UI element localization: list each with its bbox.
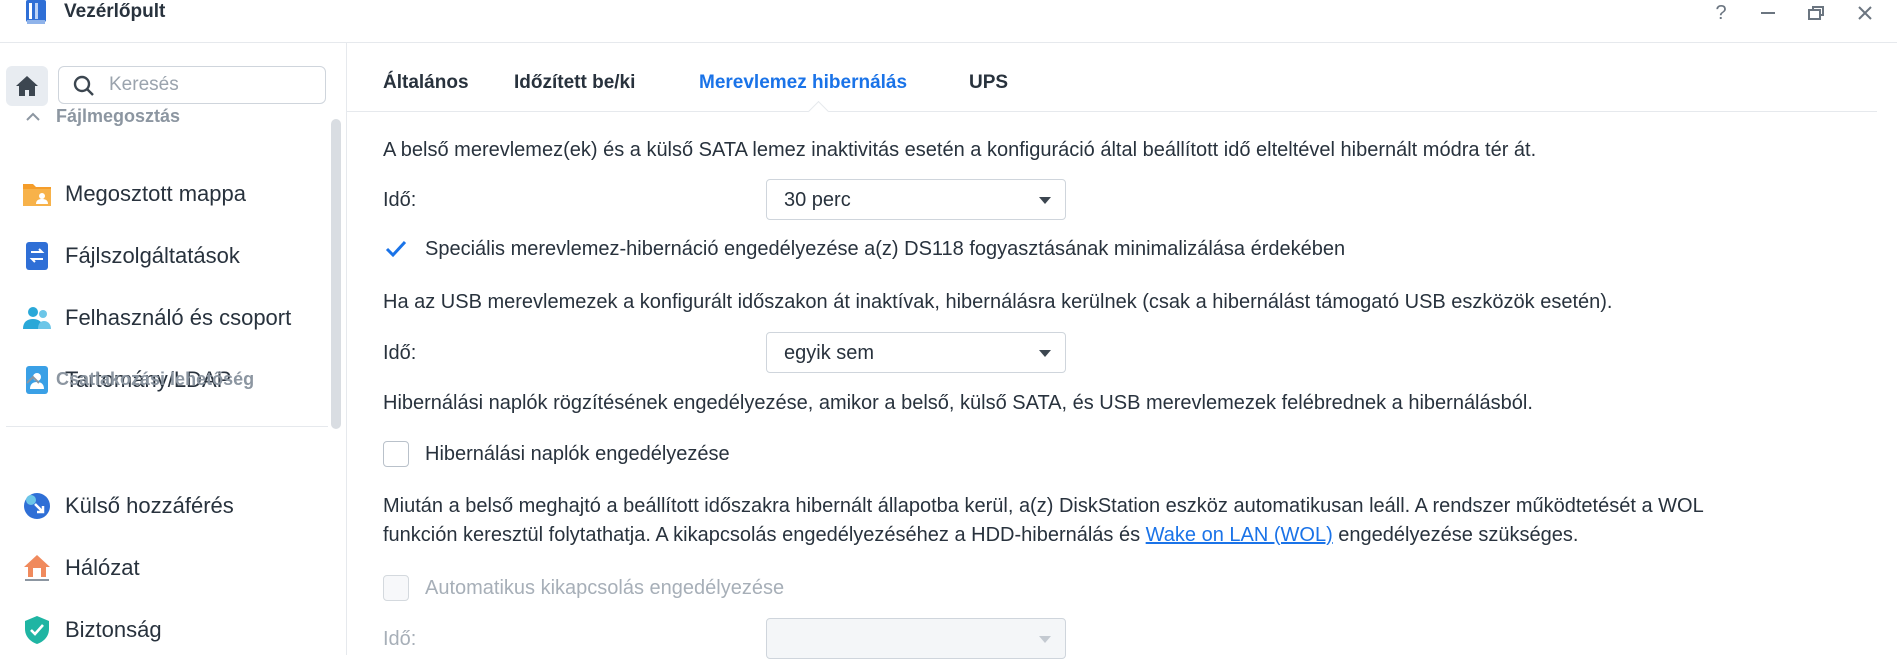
sidebar-item-external-access[interactable]: Külső hozzáférés (20, 486, 320, 526)
hibernation-log-description: Hibernálási naplók rögzítésének engedély… (383, 392, 1533, 414)
control-panel-icon (13, 0, 47, 26)
sidebar-item-security[interactable]: Biztonság (20, 610, 320, 650)
chevron-up-icon (26, 375, 40, 384)
hibernation-log-checkbox[interactable] (383, 441, 409, 467)
hibernation-log-label: Hibernálási naplók engedélyezése (425, 442, 730, 465)
auto-shutdown-option: Automatikus kikapcsolás engedélyezése (383, 575, 784, 601)
sidebar: Fájlmegosztás Megosztott mappa Fájlszolg… (0, 43, 347, 655)
minimize-icon (1761, 12, 1775, 14)
shared-folder-icon (20, 177, 54, 211)
description-text: engedélyezése szükséges. (1332, 524, 1579, 546)
shield-icon (20, 613, 54, 647)
minimize-button[interactable] (1754, 0, 1782, 26)
tab-hdd-hibernation[interactable]: Merevlemez hibernálás (699, 72, 907, 94)
sidebar-item-label: Hálózat (65, 555, 140, 580)
tab-bar: Általános Időzített be/ki Merevlemez hib… (347, 43, 1877, 123)
chevron-down-icon (1039, 197, 1051, 204)
help-icon: ? (1715, 1, 1727, 24)
group-label: Csatlakozási lehetőség (56, 369, 255, 389)
sidebar-divider (6, 426, 328, 427)
search-input[interactable] (109, 67, 309, 103)
window-title: Vezérlőpult (64, 1, 166, 22)
sidebar-item-label: Biztonság (65, 617, 162, 642)
auto-shutdown-checkbox[interactable] (383, 575, 409, 601)
file-services-icon (20, 239, 54, 273)
internal-hibernation-description: A belső merevlemez(ek) és a külső SATA l… (383, 139, 1537, 161)
special-hibernation-checkbox[interactable] (383, 236, 409, 262)
sidebar-item-label: Fájlszolgáltatások (65, 243, 240, 268)
chevron-down-icon (1039, 636, 1051, 643)
internal-time-label: Idő: (383, 189, 417, 211)
active-tab-indicator (807, 100, 830, 123)
tab-scheduled-power[interactable]: Időzített be/ki (514, 72, 635, 94)
close-icon (1858, 6, 1872, 20)
chevron-down-icon (1039, 350, 1051, 357)
auto-shutdown-description-line-2: funkción keresztül folytathatja. A kikap… (383, 521, 1578, 550)
special-hibernation-option: Speciális merevlemez-hibernáció engedély… (383, 236, 1345, 262)
close-button[interactable] (1851, 0, 1879, 26)
checkmark-icon (385, 240, 407, 258)
search-box (58, 66, 326, 104)
usb-time-select[interactable]: egyik sem (766, 332, 1066, 373)
home-button[interactable] (6, 66, 48, 106)
sidebar-item-label: Felhasználó és csoport (65, 305, 292, 330)
help-button[interactable]: ? (1707, 0, 1735, 26)
auto-shutdown-label: Automatikus kikapcsolás engedélyezése (425, 576, 785, 599)
tab-general[interactable]: Általános (383, 72, 469, 94)
sidebar-item-users[interactable]: Felhasználó és csoport (20, 298, 320, 338)
auto-shutdown-description-line-1: Miután a belső meghajtó a beállított idő… (383, 495, 1704, 517)
home-icon (16, 76, 38, 96)
sidebar-item-label: Megosztott mappa (65, 181, 246, 206)
title-bar: Vezérlőpult ? (0, 0, 1897, 43)
network-icon (20, 551, 54, 585)
tab-ups[interactable]: UPS (969, 72, 1008, 94)
wol-link[interactable]: Wake on LAN (WOL) (1146, 524, 1333, 546)
group-file-sharing[interactable]: Fájlmegosztás (26, 106, 180, 127)
users-icon (20, 301, 54, 335)
select-value: 30 perc (784, 189, 851, 211)
select-value: egyik sem (784, 342, 875, 364)
sidebar-item-file-services[interactable]: Fájlszolgáltatások (20, 236, 320, 276)
group-connectivity[interactable]: Csatlakozási lehetőség (26, 369, 254, 390)
chevron-up-icon (26, 112, 40, 121)
shutdown-time-select[interactable] (766, 618, 1066, 659)
special-hibernation-label: Speciális merevlemez-hibernáció engedély… (425, 237, 1346, 260)
external-access-icon (20, 489, 54, 523)
group-label: Fájlmegosztás (56, 106, 181, 126)
main-panel: Általános Időzített be/ki Merevlemez hib… (347, 43, 1897, 659)
restore-icon (1808, 6, 1824, 20)
description-text: funkción keresztül folytathatja. A kikap… (383, 524, 1146, 546)
search-icon (73, 75, 94, 96)
internal-time-select[interactable]: 30 perc (766, 179, 1066, 220)
shutdown-time-label: Idő: (383, 628, 417, 650)
usb-time-label: Idő: (383, 342, 417, 364)
sidebar-item-label: Külső hozzáférés (65, 493, 234, 518)
sidebar-scrollbar[interactable] (331, 119, 341, 429)
sidebar-item-network[interactable]: Hálózat (20, 548, 320, 588)
restore-button[interactable] (1802, 0, 1830, 26)
hibernation-log-option: Hibernálási naplók engedélyezése (383, 441, 730, 467)
usb-hibernation-description: Ha az USB merevlemezek a konfigurált idő… (383, 291, 1613, 313)
sidebar-item-shared-folder[interactable]: Megosztott mappa (20, 174, 320, 214)
